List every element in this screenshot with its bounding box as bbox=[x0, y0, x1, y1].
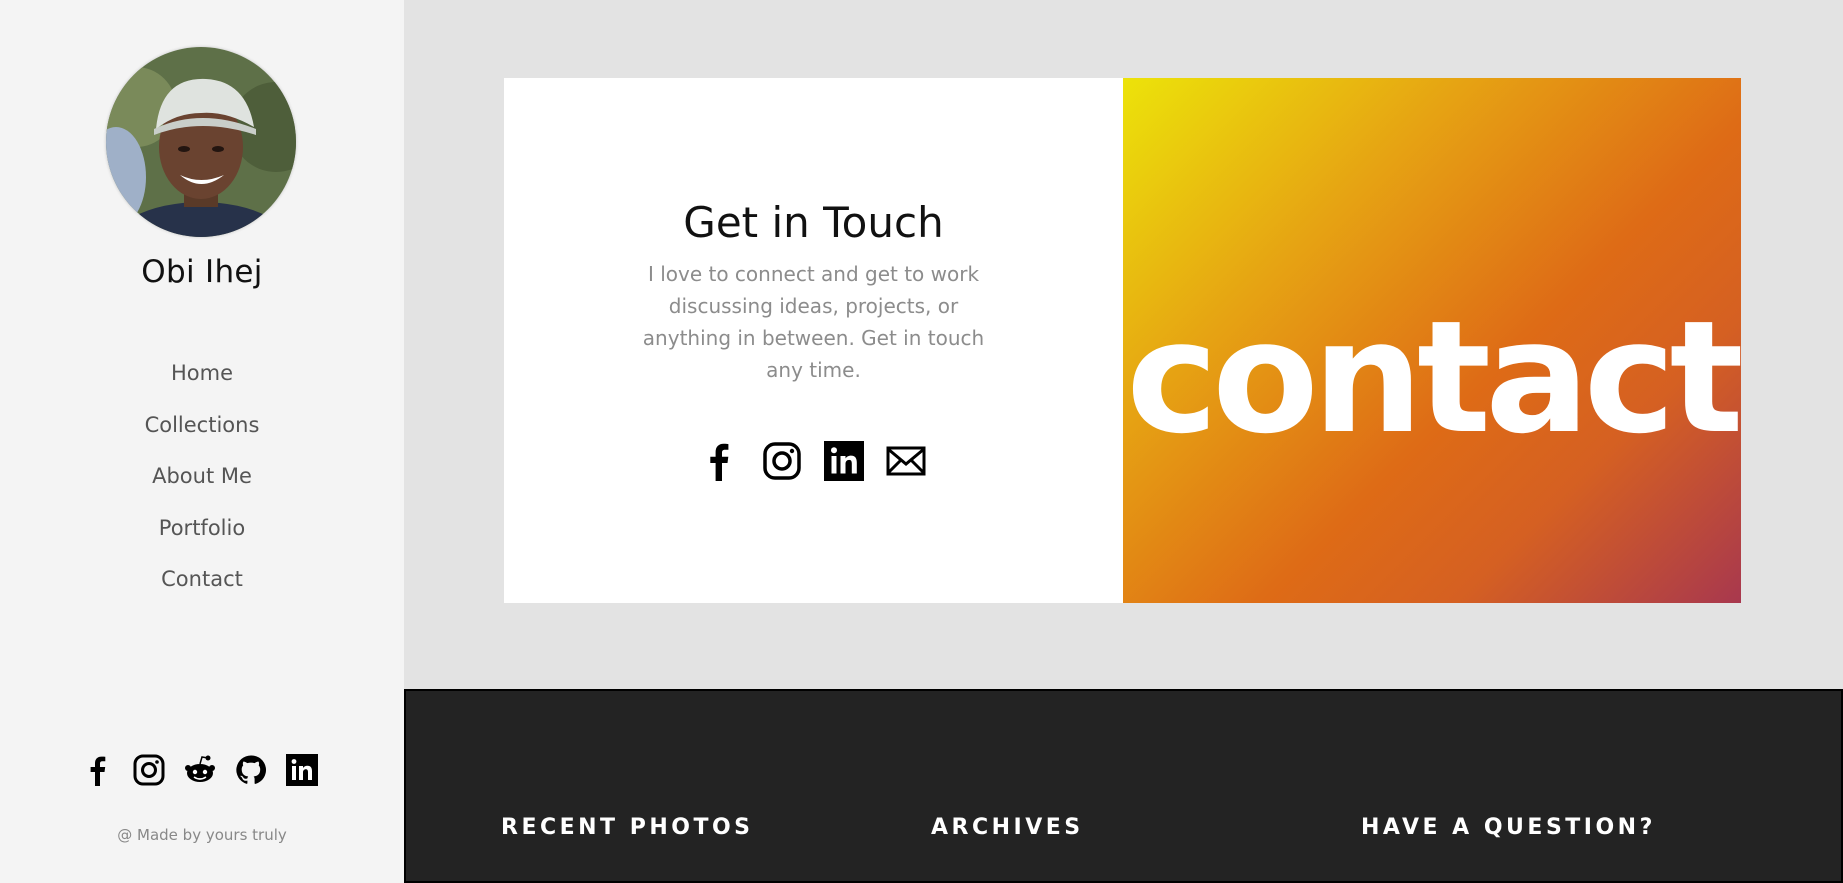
footer-heading-recent-photos: RECENT PHOTOS bbox=[501, 815, 754, 840]
instagram-icon[interactable] bbox=[762, 441, 802, 481]
contact-banner: contact bbox=[1123, 78, 1741, 603]
nav-item-contact[interactable]: Contact bbox=[0, 564, 404, 616]
facebook-icon[interactable] bbox=[700, 441, 740, 481]
avatar[interactable] bbox=[106, 47, 296, 237]
main-nav: Home Collections About Me Portfolio Cont… bbox=[0, 358, 404, 616]
sidebar: Obi Ihej Home Collections About Me Portf… bbox=[0, 0, 404, 883]
reddit-icon[interactable] bbox=[184, 754, 216, 786]
banner-word: contact bbox=[1126, 287, 1741, 468]
mail-icon[interactable] bbox=[886, 441, 926, 481]
footer-heading-question: HAVE A QUESTION? bbox=[1361, 815, 1656, 840]
nav-item-collections[interactable]: Collections bbox=[0, 410, 404, 462]
contact-info-panel: Get in Touch I love to connect and get t… bbox=[504, 78, 1123, 603]
nav-item-about-me[interactable]: About Me bbox=[0, 461, 404, 513]
footer-heading-archives: ARCHIVES bbox=[931, 815, 1084, 840]
site-name: Obi Ihej bbox=[141, 254, 263, 290]
linkedin-icon[interactable] bbox=[286, 754, 318, 786]
avatar-photo bbox=[106, 47, 296, 237]
linkedin-icon[interactable] bbox=[824, 441, 864, 481]
instagram-icon[interactable] bbox=[133, 754, 165, 786]
contact-description: I love to connect and get to work discus… bbox=[642, 262, 985, 382]
sidebar-social-links bbox=[82, 754, 318, 786]
credit-text: @ Made by yours truly bbox=[117, 826, 287, 844]
footer: RECENT PHOTOS ARCHIVES HAVE A QUESTION? bbox=[404, 689, 1843, 883]
nav-item-home[interactable]: Home bbox=[0, 358, 404, 410]
contact-card: Get in Touch I love to connect and get t… bbox=[504, 78, 1741, 603]
facebook-icon[interactable] bbox=[82, 754, 114, 786]
contact-social-links bbox=[700, 441, 926, 481]
github-icon[interactable] bbox=[235, 754, 267, 786]
nav-item-portfolio[interactable]: Portfolio bbox=[0, 513, 404, 565]
contact-title: Get in Touch bbox=[683, 198, 944, 247]
